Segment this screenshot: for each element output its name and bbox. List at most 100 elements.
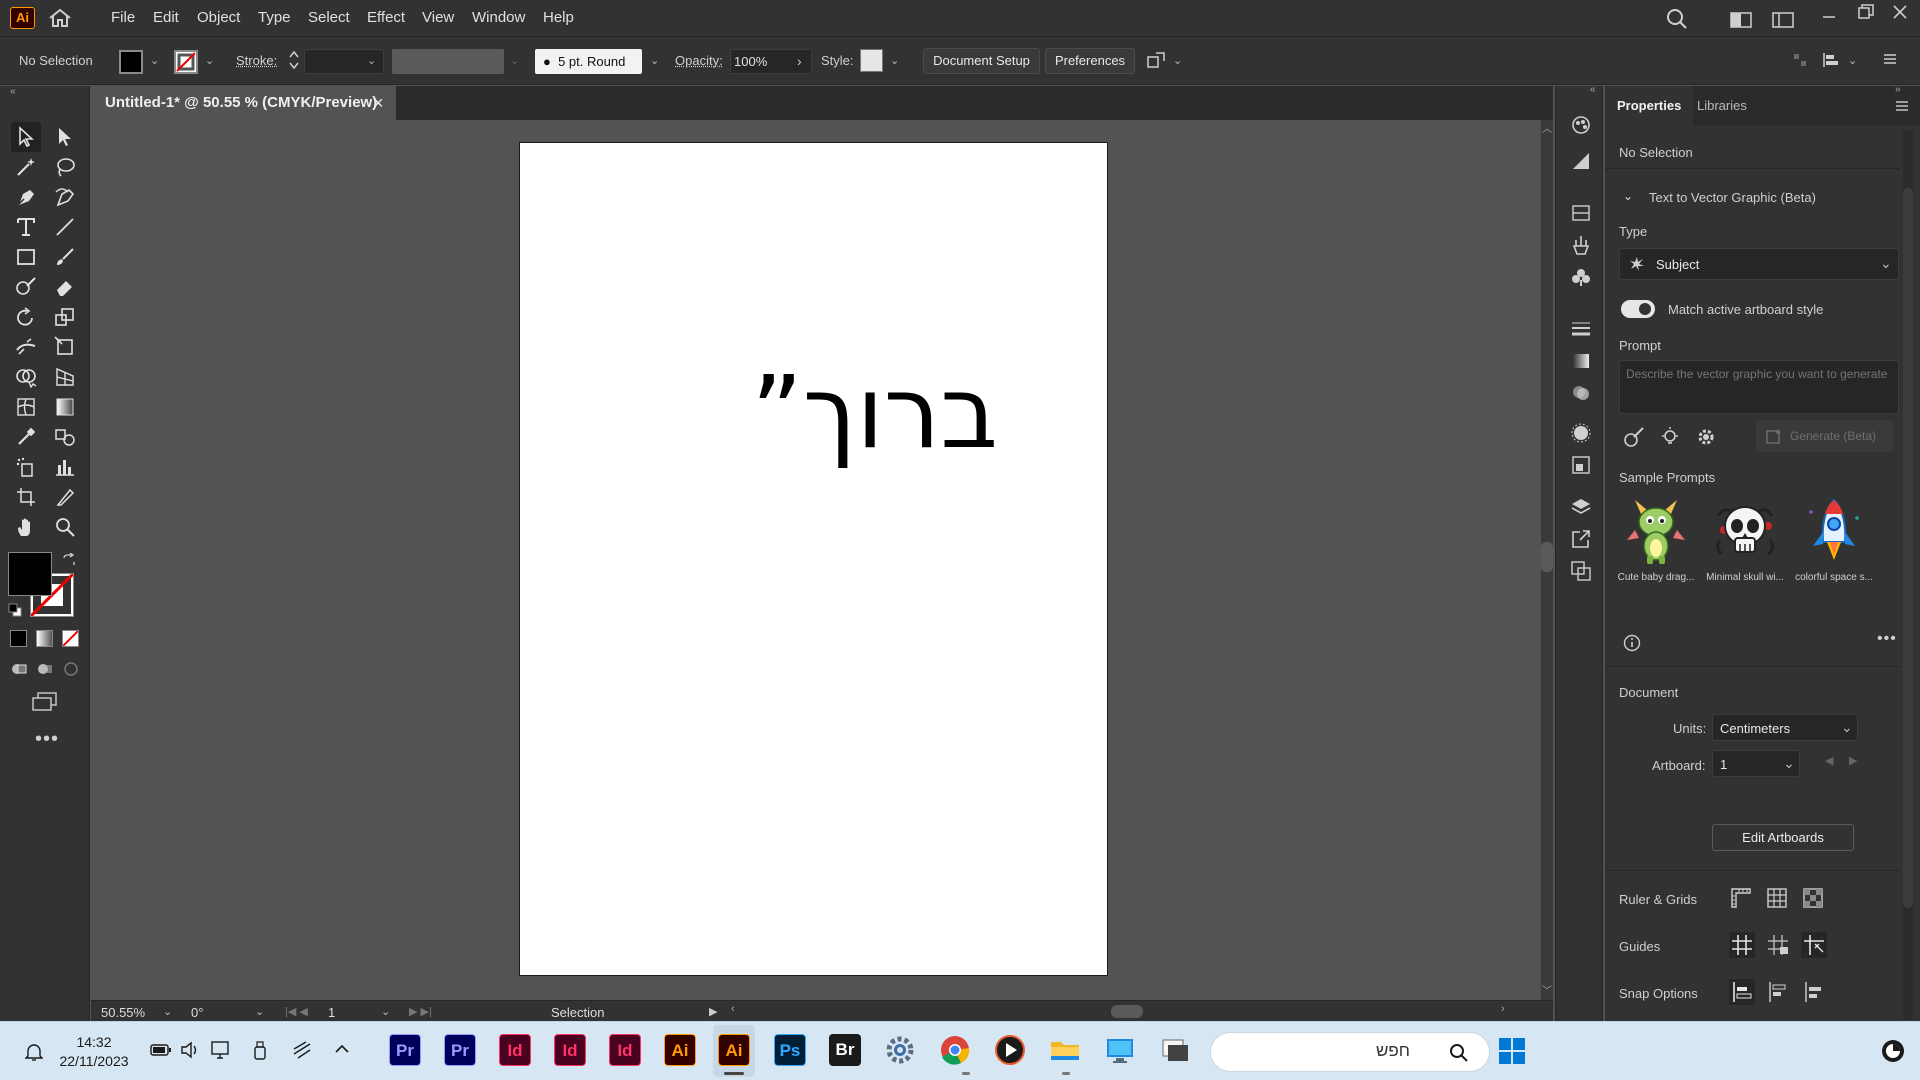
shaper-tool-icon[interactable] (11, 272, 41, 302)
layers-icon[interactable] (1570, 496, 1592, 518)
media-player-app-icon[interactable] (994, 1034, 1026, 1066)
paintbrush-tool-icon[interactable] (50, 242, 80, 272)
artboard-number[interactable]: 1 (328, 1005, 335, 1020)
magic-wand-tool-icon[interactable] (11, 152, 41, 182)
width-tool-icon[interactable] (11, 332, 41, 362)
tab-libraries[interactable]: Libraries (1685, 86, 1759, 126)
indesign-app-icon[interactable]: Id (499, 1034, 531, 1066)
battery-icon[interactable] (150, 1041, 172, 1059)
settings-app-icon[interactable] (884, 1034, 916, 1066)
variable-width-profile[interactable] (392, 49, 504, 74)
dragon-icon[interactable] (1621, 496, 1691, 566)
document-setup-button[interactable]: Document Setup (923, 48, 1040, 74)
rocket-icon[interactable] (1799, 496, 1869, 566)
slice-tool-icon[interactable] (50, 482, 80, 512)
artboards-icon[interactable] (1570, 560, 1592, 582)
lock-guides-icon[interactable] (1765, 932, 1791, 958)
brushes-icon[interactable] (1570, 234, 1592, 256)
first-artboard-icon[interactable]: |◀ ◀ (285, 1005, 308, 1018)
transparency-icon[interactable] (1570, 382, 1592, 404)
document-tab[interactable]: Untitled-1* @ 50.55 % (CMYK/Preview) × (91, 86, 396, 120)
rectangle-tool-icon[interactable] (11, 242, 41, 272)
opacity-expand-icon[interactable]: › (797, 53, 802, 69)
illustrator-active-app-icon[interactable]: Ai (718, 1034, 750, 1066)
close-window-icon[interactable] (1892, 4, 1908, 20)
selection-tool-icon[interactable] (11, 122, 41, 152)
artboard-dropdown[interactable]: 1 ⌄ (1712, 750, 1800, 777)
blend-tool-icon[interactable] (50, 422, 80, 452)
line-segment-tool-icon[interactable] (50, 212, 80, 242)
swatches-icon[interactable] (1570, 202, 1592, 224)
rotate-tool-icon[interactable] (11, 302, 41, 332)
brush-definition[interactable]: ● 5 pt. Round (535, 49, 642, 74)
indesign-app-icon[interactable]: Id (609, 1034, 641, 1066)
gradient-tool-icon[interactable] (50, 392, 80, 422)
menu-help[interactable]: Help (543, 0, 574, 36)
snap-to-point-icon[interactable] (1729, 979, 1755, 1005)
default-fill-stroke-icon[interactable] (8, 603, 22, 617)
menu-object[interactable]: Object (197, 0, 240, 36)
stroke-dropdown-icon[interactable]: ⌄ (205, 54, 214, 67)
more-options-icon[interactable]: ••• (1877, 630, 1897, 648)
show-rulers-icon[interactable] (1729, 886, 1753, 910)
draw-behind-icon[interactable] (36, 660, 54, 678)
collapse-tools-icon[interactable]: « (10, 86, 16, 97)
menu-select[interactable]: Select (308, 0, 350, 36)
style-picker-icon[interactable] (1623, 426, 1645, 448)
zoom-level[interactable]: 50.55% (101, 1005, 153, 1020)
menu-effect[interactable]: Effect (367, 0, 405, 36)
rotation-value[interactable]: 0° (191, 1005, 203, 1020)
mesh-tool-icon[interactable] (11, 392, 41, 422)
distribute-icon[interactable] (1822, 52, 1840, 68)
restore-icon[interactable] (1858, 4, 1874, 20)
align-icon[interactable] (1792, 52, 1808, 68)
hand-tool-icon[interactable] (11, 512, 41, 542)
transform-dropdown-icon[interactable]: ⌄ (1173, 54, 1182, 67)
horizontal-scroll-thumb[interactable] (1111, 1005, 1143, 1018)
units-dropdown[interactable]: Centimeters ⌄ (1712, 714, 1858, 741)
transparency-grid-icon[interactable] (1801, 886, 1825, 910)
edit-artboards-button[interactable]: Edit Artboards (1712, 824, 1854, 851)
stroke-panel-icon[interactable] (1570, 318, 1592, 340)
horizontal-scrollbar[interactable]: ‹ › (731, 1001, 1521, 1021)
taskbar-time[interactable]: 14:32 (54, 1034, 134, 1050)
asset-export-icon[interactable] (1570, 454, 1592, 476)
stroke-weight-stepper-icon[interactable] (289, 49, 299, 71)
file-explorer-app-icon[interactable] (1049, 1034, 1081, 1066)
copilot-icon[interactable] (1880, 1038, 1906, 1064)
scale-tool-icon[interactable] (50, 302, 80, 332)
previous-artboard-icon[interactable]: ◀ (1825, 754, 1833, 767)
menu-view[interactable]: View (422, 0, 454, 36)
vertical-scroll-thumb[interactable] (1541, 542, 1553, 572)
zoom-dropdown-icon[interactable]: ⌄ (163, 1005, 172, 1018)
stroke-weight-dropdown-icon[interactable]: ⌄ (367, 54, 376, 67)
settings-gear-icon[interactable] (1695, 426, 1717, 448)
last-artboard-icon[interactable]: ▶ ▶| (409, 1005, 432, 1018)
volume-icon[interactable] (180, 1041, 200, 1059)
align-dropdown-icon[interactable]: ⌄ (1848, 54, 1857, 67)
opacity-label[interactable]: Opacity: (675, 53, 723, 68)
snap-to-pixel-icon[interactable] (1765, 979, 1791, 1005)
snap-to-glyph-icon[interactable] (1801, 979, 1827, 1005)
effects-lightbulb-icon[interactable] (1659, 426, 1681, 448)
transform-options-icon[interactable] (1146, 51, 1166, 71)
close-tab-icon[interactable]: × (373, 86, 384, 120)
eraser-tool-icon[interactable] (50, 272, 80, 302)
remote-desktop-app-icon[interactable] (1104, 1034, 1136, 1066)
scroll-up-icon[interactable]: ︿ (1542, 120, 1552, 135)
column-graph-tool-icon[interactable] (50, 452, 80, 482)
usb-device-icon[interactable] (252, 1040, 268, 1060)
display-icon[interactable] (210, 1040, 232, 1060)
appearance-icon[interactable] (1570, 150, 1592, 172)
eyedropper-tool-icon[interactable] (11, 422, 41, 452)
stroke-swatch[interactable] (174, 50, 198, 74)
artboard-tool-icon[interactable] (11, 482, 41, 512)
type-tool-icon[interactable] (11, 212, 41, 242)
direct-selection-tool-icon[interactable] (50, 122, 80, 152)
shape-builder-tool-icon[interactable] (11, 362, 41, 392)
minimize-icon[interactable] (1822, 10, 1836, 24)
generate-button[interactable]: Generate (Beta) (1756, 420, 1894, 452)
control-bar-menu-icon[interactable] (1882, 51, 1898, 67)
collapse-strip-icon[interactable]: « (1590, 84, 1596, 95)
show-grid-icon[interactable] (1765, 886, 1789, 910)
